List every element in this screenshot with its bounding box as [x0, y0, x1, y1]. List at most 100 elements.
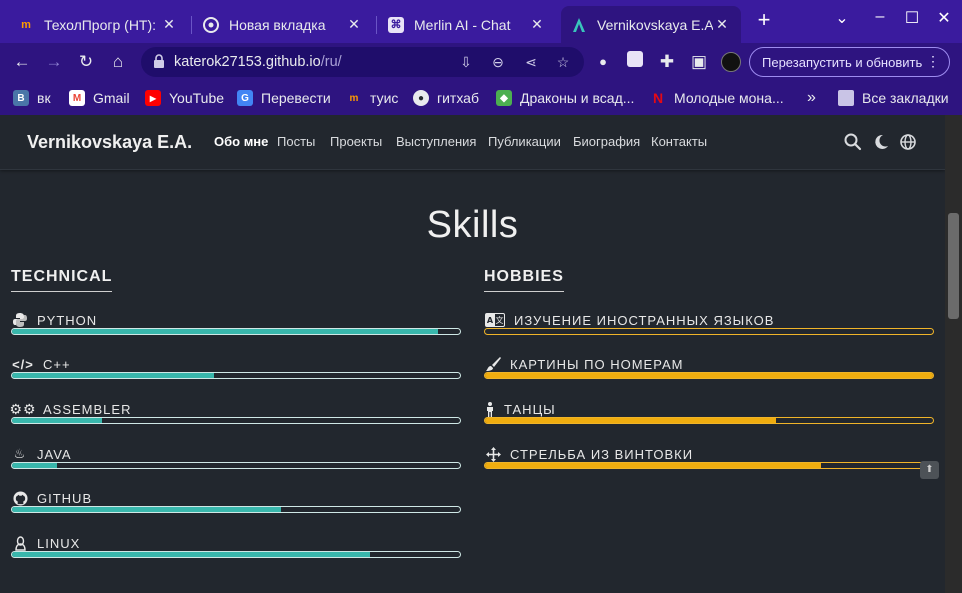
tab-title: ТехолПрогр (НТ): З	[44, 16, 160, 33]
bookmark-tuis[interactable]: m туис	[346, 89, 399, 107]
skill-progress-fill	[12, 418, 102, 423]
svg-text:A: A	[487, 316, 494, 325]
all-bookmarks-label: Все закладки	[862, 90, 949, 106]
folder-icon	[838, 90, 854, 106]
reload-icon[interactable]: ↻	[73, 50, 99, 74]
browser-tab-strip: m ТехолПрогр (НТ): З ✕ Новая вкладка ✕ ⌘…	[0, 0, 962, 43]
all-bookmarks-folder[interactable]: Все закладки	[838, 89, 949, 107]
skill-progress-bar	[11, 462, 461, 469]
python-icon	[11, 312, 29, 328]
code-icon: </>	[12, 356, 34, 372]
minimize-icon[interactable]: –	[865, 8, 895, 26]
netflix-icon: N	[652, 90, 664, 106]
relaunch-update-button[interactable]: Перезапустить и обновить ⋮	[749, 47, 950, 77]
skill-progress-fill	[12, 373, 214, 378]
bookmark-vk[interactable]: B вк	[13, 89, 51, 107]
site-brand[interactable]: Vernikovskaya E.A.	[27, 132, 192, 153]
address-bar[interactable]: katerok27153.github.io/ru/ ⇩ ⊖ ⋖ ☆	[141, 47, 584, 77]
language-icon: A文	[484, 312, 506, 328]
url-text: katerok27153.github.io/ru/	[174, 54, 342, 70]
new-tab-button[interactable]: +	[749, 7, 779, 33]
forward-icon[interactable]: →	[41, 50, 67, 74]
bookmark-label: Перевести	[261, 90, 331, 106]
skill-label: PYTHON	[37, 312, 98, 328]
nav-talks[interactable]: Выступления	[396, 134, 476, 149]
skill-assembler: ⚙⚙ ASSEMBLER	[9, 401, 461, 431]
skill-label: JAVA	[37, 446, 72, 462]
google-translate-icon: G	[237, 90, 253, 106]
hobby-progress-bar	[484, 372, 934, 379]
close-icon[interactable]: ✕	[528, 16, 546, 33]
bookmark-translate[interactable]: G Перевести	[237, 89, 331, 107]
close-icon[interactable]: ✕	[345, 16, 363, 33]
bookmark-label: YouTube	[169, 90, 225, 106]
person-icon	[484, 401, 496, 417]
merlin-extension-icon[interactable]	[622, 50, 648, 74]
tab-2[interactable]: Новая вкладка ✕	[193, 8, 373, 41]
bookmark-dragons[interactable]: ◆ Драконы и всад...	[496, 89, 634, 107]
hobby-progress-fill	[485, 373, 933, 378]
close-icon[interactable]: ✕	[713, 16, 731, 33]
technical-title: TECHNICAL	[11, 268, 113, 292]
bookmark-star-icon[interactable]: ☆	[552, 52, 574, 72]
bookmark-youtube[interactable]: ▶ YouTube	[145, 89, 224, 107]
tab-1[interactable]: m ТехолПрогр (НТ): З ✕	[8, 8, 188, 41]
skill-label: C++	[43, 356, 71, 372]
skill-progress-fill	[12, 552, 371, 557]
profile-avatar[interactable]	[718, 50, 744, 74]
skill-label: ТАНЦЫ	[504, 401, 556, 417]
hobby-progress-fill	[485, 463, 821, 468]
skill-progress-bar	[11, 372, 461, 379]
more-bookmarks-icon[interactable]: »	[807, 89, 816, 107]
globe-icon[interactable]	[898, 132, 918, 152]
scrollbar-thumb[interactable]	[948, 213, 959, 319]
skill-cpp: </> C++	[11, 356, 461, 386]
moon-icon[interactable]	[871, 132, 891, 152]
notion-m-icon: m	[21, 18, 31, 31]
tab-title: Merlin AI - Chat	[414, 16, 511, 33]
web-page: Vernikovskaya E.A. Обо мне Посты Проекты…	[0, 115, 945, 593]
merlin-icon: ⌘	[388, 16, 404, 33]
hobby-paint-by-numbers: КАРТИНЫ ПО НОМЕРАМ	[484, 356, 934, 386]
scroll-to-top-button[interactable]: ⬆	[920, 461, 939, 479]
close-icon[interactable]: ✕	[160, 16, 178, 33]
install-app-icon[interactable]: ⇩	[455, 52, 477, 72]
nav-publications[interactable]: Публикации	[488, 134, 561, 149]
side-panel-icon[interactable]: ▣	[686, 50, 712, 74]
tab-search-icon[interactable]: ⌄	[827, 8, 857, 28]
extension-planet-icon[interactable]: ●	[590, 50, 616, 74]
search-icon[interactable]	[843, 132, 863, 152]
back-icon[interactable]: ←	[9, 50, 35, 74]
home-icon[interactable]: ⌂	[105, 50, 131, 74]
maximize-icon[interactable]: ☐	[897, 8, 927, 28]
bookmark-github[interactable]: ● гитхаб	[413, 89, 479, 107]
tab-3[interactable]: ⌘ Merlin AI - Chat ✕	[378, 8, 556, 41]
bookmark-gmail[interactable]: M Gmail	[69, 89, 130, 107]
window-close-icon[interactable]: ✕	[929, 8, 959, 28]
site-logo-icon	[571, 17, 587, 33]
youtube-icon: ▶	[145, 90, 161, 106]
lock-icon	[154, 54, 164, 68]
page-scrollbar[interactable]	[945, 115, 962, 593]
skill-progress-bar	[11, 417, 461, 424]
nav-contacts[interactable]: Контакты	[651, 134, 707, 149]
zoom-out-icon[interactable]: ⊖	[487, 52, 509, 72]
bookmarks-bar: B вк M Gmail ▶ YouTube G Перевести m туи…	[0, 81, 962, 115]
tab-separator	[191, 16, 192, 34]
bookmark-netflix[interactable]: N Молодые мона...	[650, 89, 784, 107]
site-navbar: Vernikovskaya E.A. Обо мне Посты Проекты…	[0, 115, 945, 170]
skill-progress-bar	[11, 551, 461, 558]
svg-text:文: 文	[496, 315, 505, 325]
menu-dots-icon[interactable]: ⋮	[926, 53, 940, 70]
share-icon[interactable]: ⋖	[520, 52, 542, 72]
tuis-icon: m	[349, 92, 359, 104]
arrows-move-icon	[484, 446, 502, 462]
nav-biography[interactable]: Биография	[573, 134, 640, 149]
nav-projects[interactable]: Проекты	[330, 134, 382, 149]
browser-toolbar: ← → ↻ ⌂ katerok27153.github.io/ru/ ⇩ ⊖ ⋖…	[0, 43, 962, 81]
hobby-progress-bar	[484, 462, 934, 469]
tab-4-active[interactable]: Vernikovskaya E.A. ✕	[561, 6, 741, 43]
nav-about[interactable]: Обо мне	[214, 134, 268, 149]
nav-posts[interactable]: Посты	[277, 134, 315, 149]
extensions-puzzle-icon[interactable]: ✚	[654, 50, 680, 74]
